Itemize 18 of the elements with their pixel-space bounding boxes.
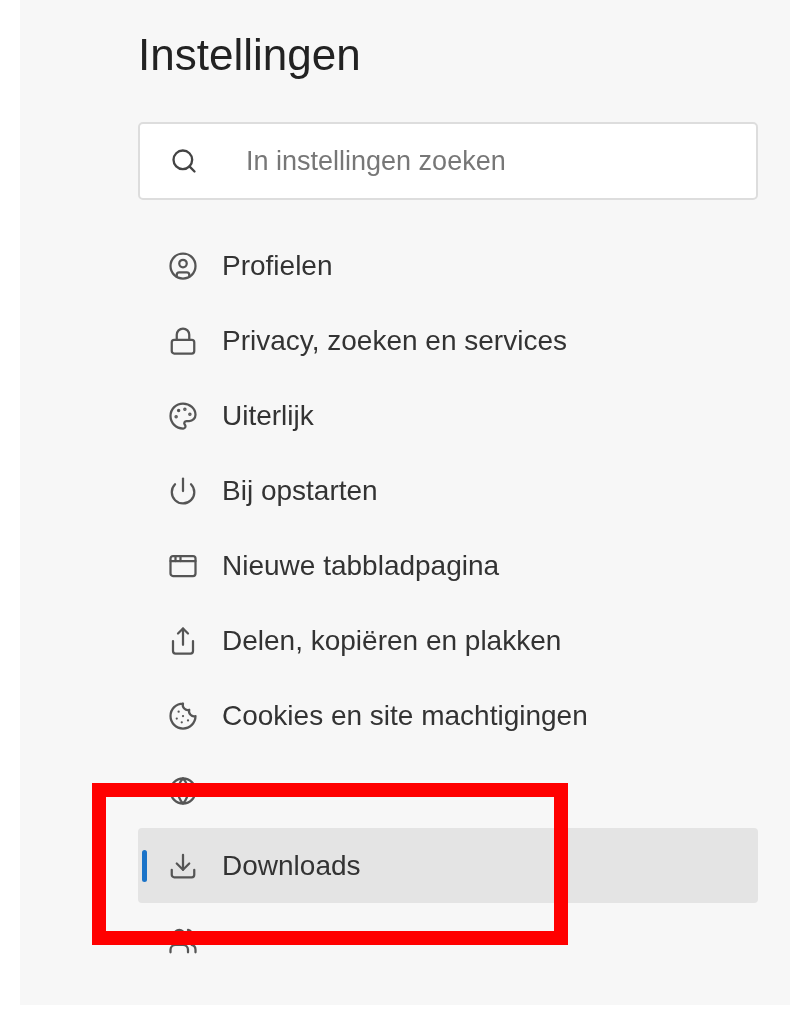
selection-indicator [142,850,147,882]
nav-item[interactable]: Delen, kopiëren en plakken [138,603,758,678]
lock-icon [168,325,198,356]
globe-icon [168,775,198,806]
search-field[interactable]: In instellingen zoeken [138,122,758,200]
nav-item[interactable]: Profielen [138,228,758,303]
profile-icon [168,250,198,281]
nav-item[interactable]: Cookies en site machtigingen [138,678,758,753]
nav-item[interactable]: Bij opstarten [138,453,758,528]
search-icon [170,147,198,175]
palette-icon [168,400,198,431]
nav-item[interactable]: Downloads [138,828,758,903]
page-title: Instellingen [138,29,362,81]
nav-item[interactable]: Uiterlijk [138,378,758,453]
cookie-icon [168,700,198,731]
nav-item[interactable]: Privacy, zoeken en services [138,303,758,378]
nav-item[interactable]: Nieuwe tabbladpagina [138,528,758,603]
power-icon [168,475,198,506]
